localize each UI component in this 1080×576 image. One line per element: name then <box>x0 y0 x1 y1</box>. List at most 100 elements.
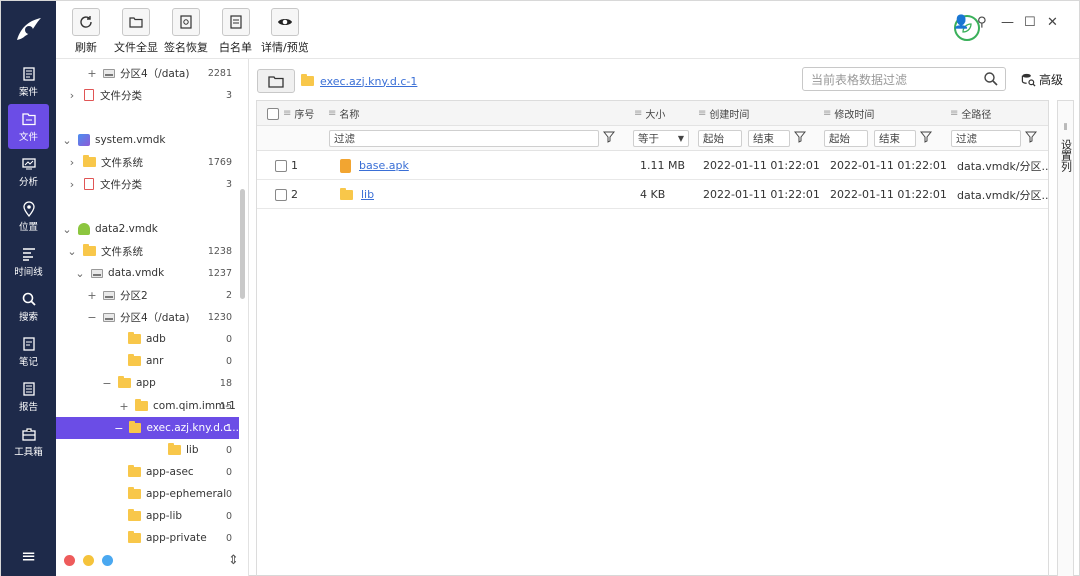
nav-item-timeline[interactable]: 时间线 <box>1 239 56 284</box>
tree-node[interactable]: − 分区4（/data) 1230 <box>56 306 239 328</box>
tree-node[interactable]: ⌄ data2.vmdk <box>56 218 239 240</box>
column-settings-icon: ⦀ <box>1063 123 1068 133</box>
tree-node[interactable]: lib 0 <box>56 439 239 461</box>
header-fullpath[interactable]: ≡ 全路径 <box>950 101 991 126</box>
created-start-input[interactable]: 起始 <box>698 130 742 147</box>
tree-node[interactable]: ⌄ data.vmdk 1237 <box>56 262 239 284</box>
search-icon[interactable] <box>983 71 999 87</box>
tree-node[interactable]: ⌄ system.vmdk <box>56 129 239 151</box>
tree-node[interactable]: › 文件分类 3 <box>56 84 239 106</box>
tree-node[interactable]: anr 0 <box>56 350 239 372</box>
nav-item-case[interactable]: 案件 <box>1 59 56 104</box>
menu-icon[interactable]: ≡ <box>1 546 56 567</box>
tree-node[interactable]: + 分区4（/data) 2281 <box>56 62 239 84</box>
tree-node[interactable]: › 文件分类 3 <box>56 173 239 195</box>
select-all-checkbox[interactable] <box>267 107 279 120</box>
tree-expander-icon[interactable]: › <box>66 156 78 169</box>
tree-expander-icon[interactable]: › <box>66 89 78 102</box>
file-name-link[interactable]: base.apk <box>359 159 409 172</box>
table-row[interactable]: 2 lib 4 KB 2022-01-11 01:22:01 2022-01-11 01… <box>257 180 1049 209</box>
preview-button[interactable]: 详情/预览 <box>261 8 309 55</box>
red-dot-icon[interactable] <box>64 554 75 566</box>
header-modified[interactable]: ≡ 修改时间 <box>823 101 874 126</box>
close-icon[interactable]: ✕ <box>1047 15 1058 30</box>
tree-expander-icon[interactable]: − <box>101 377 113 390</box>
user-icon[interactable]: 👤 <box>953 15 969 30</box>
column-settings-tab[interactable]: ⦀ 设置列 <box>1057 100 1074 576</box>
tree-node[interactable]: app-lib 0 <box>56 505 239 527</box>
modified-end-input[interactable]: 结束 <box>874 130 916 147</box>
tree-node-count: 0 <box>225 532 232 544</box>
table-filter-input[interactable]: 当前表格数据过滤 <box>802 67 1006 91</box>
header-size[interactable]: ≡ 大小 <box>634 101 665 126</box>
tree-expander-icon[interactable]: − <box>86 311 98 324</box>
tree-node[interactable]: + 分区2 2 <box>56 284 239 306</box>
file-name-link[interactable]: lib <box>361 188 374 201</box>
disk-icon <box>103 68 115 78</box>
tree-expander-icon[interactable]: + <box>86 289 98 302</box>
breadcrumb-link[interactable]: exec.azj.kny.d.c-1 <box>320 75 417 88</box>
tree-node[interactable]: › 文件系统 1769 <box>56 151 239 173</box>
tree-node[interactable]: app-asec 0 <box>56 461 239 483</box>
tree-expander-icon[interactable]: ⌄ <box>66 245 78 258</box>
nav-item-label: 工具箱 <box>14 446 43 458</box>
table-row[interactable]: 1 base.apk 1.11 MB 2022-01-11 01:22:01 2022-… <box>257 151 1049 180</box>
filter-icon[interactable] <box>1025 131 1037 143</box>
tree-node[interactable]: adb 0 <box>56 328 239 350</box>
tree-node[interactable]: − app 18 <box>56 372 239 394</box>
left-nav: 案件 文件 分析 位置 时间线 搜索 笔记 报告工具箱 ≡ <box>1 1 56 576</box>
nav-item-analysis[interactable]: 分析 <box>1 149 56 194</box>
tree-node-count: 0 <box>225 510 232 522</box>
refresh-button[interactable]: 刷新 <box>72 8 100 55</box>
maximize-icon[interactable]: ☐ <box>1024 15 1036 30</box>
folder-icon <box>118 376 131 388</box>
tree-node-count: 0 <box>225 333 232 345</box>
doc-icon <box>84 89 94 101</box>
nav-item-report[interactable]: 报告 <box>1 374 56 419</box>
tree-expander-icon[interactable]: ⌄ <box>61 223 73 236</box>
tree-node[interactable]: app-ephemeral 0 <box>56 483 239 505</box>
tree-expander-icon[interactable]: ⌄ <box>74 267 86 280</box>
search-icon <box>22 292 36 306</box>
nav-item-note[interactable]: 笔记 <box>1 329 56 374</box>
blue-dot-icon[interactable] <box>102 554 113 566</box>
filter-icon[interactable] <box>603 131 615 143</box>
tree-expander-icon[interactable]: + <box>118 400 130 413</box>
split-handle-icon[interactable]: ⇕ <box>228 553 239 568</box>
show-all-button[interactable]: 文件全显 <box>114 8 158 55</box>
tree-expander-icon[interactable]: + <box>86 67 98 80</box>
fullpath-filter-input[interactable]: 过滤 <box>951 130 1021 147</box>
pin-icon[interactable]: ⚲ <box>977 15 987 30</box>
tree-node-label: data2.vmdk <box>95 223 158 235</box>
name-filter-input[interactable]: 过滤 <box>329 130 599 147</box>
tree-expander-icon[interactable]: › <box>66 178 78 191</box>
filter-icon[interactable] <box>794 131 806 143</box>
tree-scrollbar[interactable] <box>240 189 245 299</box>
advanced-search-button[interactable]: 高级 <box>1021 71 1063 88</box>
header-select-all[interactable]: ≡ 序号 <box>267 101 314 126</box>
header-created[interactable]: ≡ 创建时间 <box>698 101 749 126</box>
folder-nav-button[interactable] <box>257 69 295 93</box>
tree-node[interactable]: + com.qim.imm-1 15 <box>56 395 239 417</box>
row-checkbox[interactable] <box>275 188 287 201</box>
filter-icon[interactable] <box>920 131 932 143</box>
created-end-input[interactable]: 结束 <box>748 130 790 147</box>
header-name[interactable]: ≡ 名称 <box>328 101 359 126</box>
file-size: 4 KB <box>640 188 666 201</box>
tree-expander-icon[interactable]: ⌄ <box>61 134 73 147</box>
nav-item-location[interactable]: 位置 <box>1 194 56 239</box>
nav-item-toolbox[interactable]: 工具箱 <box>1 419 56 464</box>
row-index: 2 <box>291 188 298 201</box>
tree-expander-icon[interactable]: − <box>113 422 124 435</box>
modified-start-input[interactable]: 起始 <box>824 130 868 147</box>
tree-node[interactable]: ⌄ 文件系统 1238 <box>56 240 239 262</box>
whitelist-button[interactable]: 白名单 <box>219 8 252 55</box>
signature-restore-button[interactable]: 签名恢复 <box>164 8 208 55</box>
nav-item-file[interactable]: 文件 <box>8 104 49 149</box>
minimize-icon[interactable]: — <box>1001 15 1014 30</box>
nav-item-search[interactable]: 搜索 <box>1 284 56 329</box>
size-operator-select[interactable]: 等于 ▼ <box>633 130 689 147</box>
row-checkbox[interactable] <box>275 159 287 172</box>
tree-node[interactable]: − exec.azj.kny.d.c... 1 <box>56 417 239 439</box>
yellow-dot-icon[interactable] <box>83 554 94 566</box>
